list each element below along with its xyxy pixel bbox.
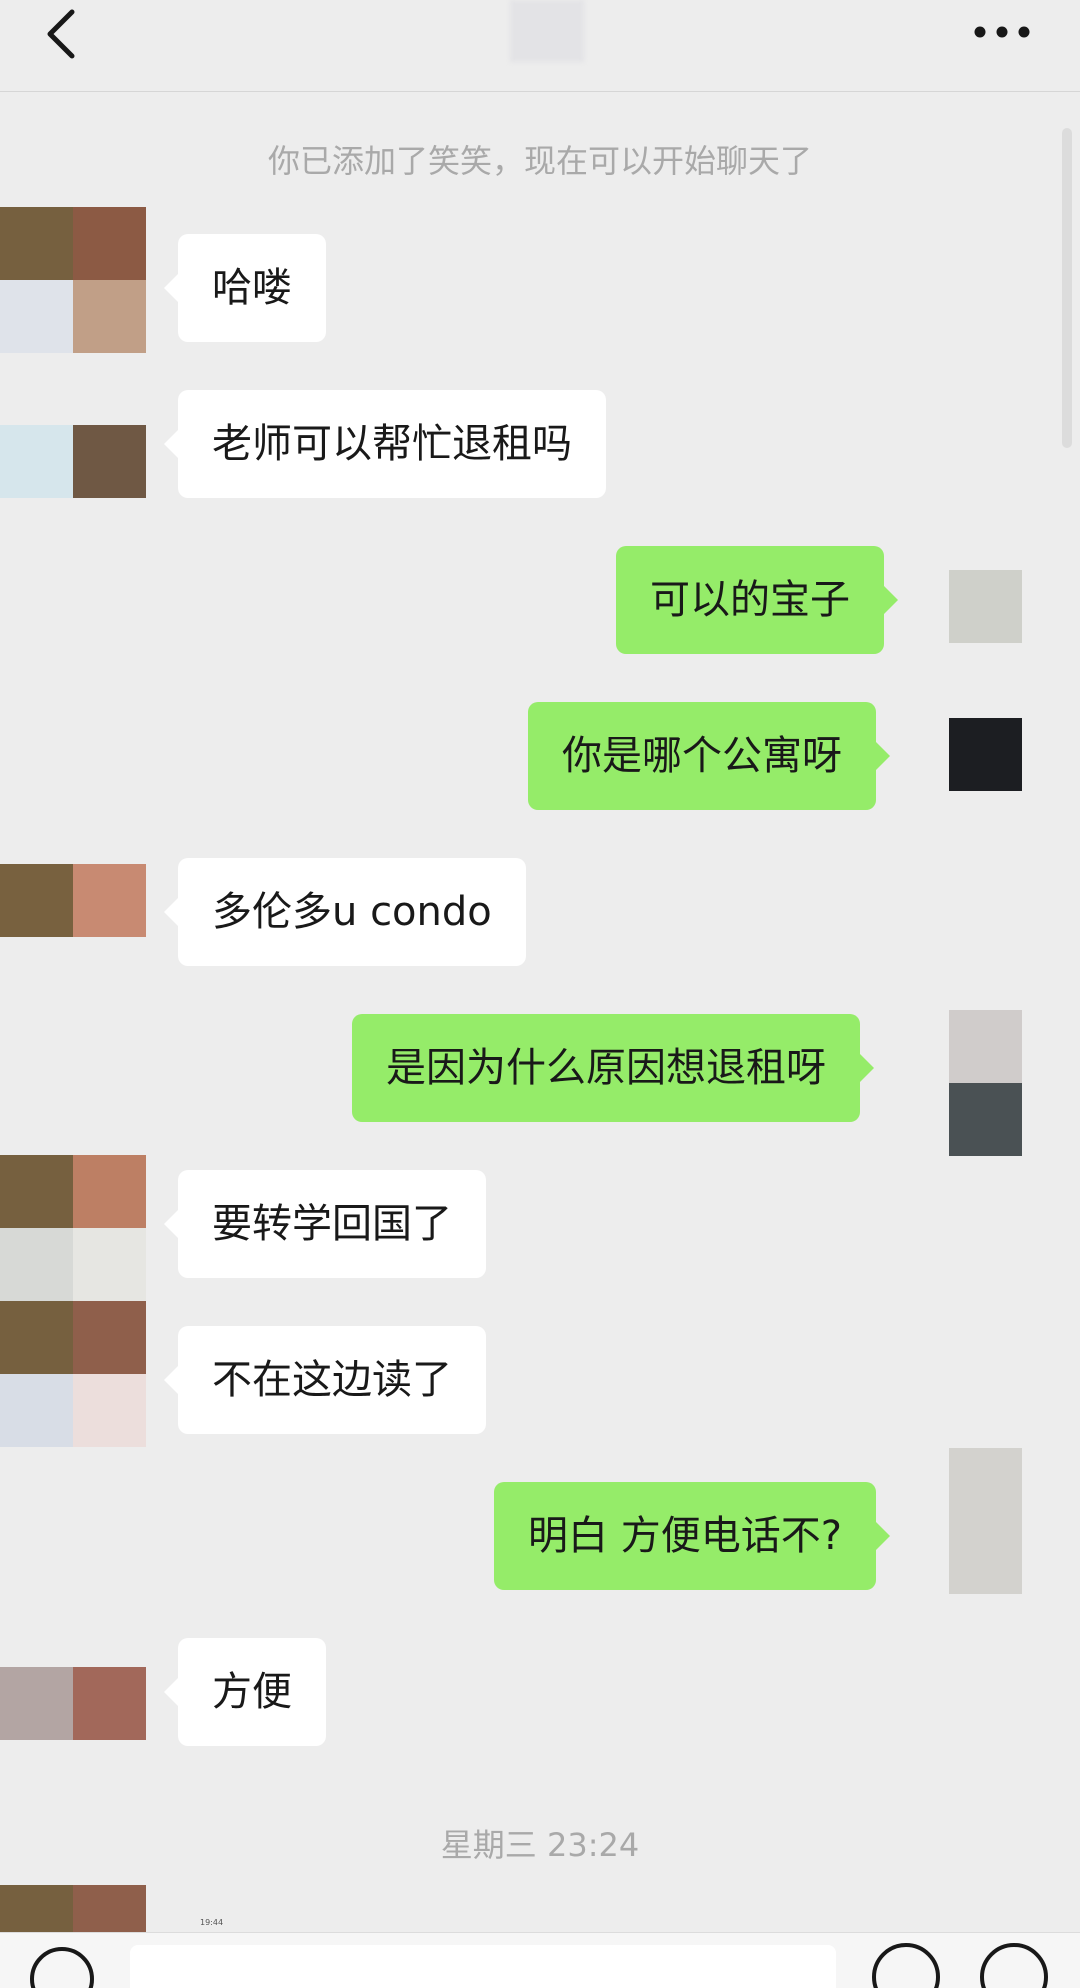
more-actions-button[interactable] [980,1943,1048,1988]
contact-avatar[interactable] [0,425,146,498]
my-avatar[interactable] [949,1448,1022,1594]
my-avatar[interactable] [949,1010,1022,1156]
my-avatar[interactable] [949,570,1022,643]
contact-avatar[interactable] [0,864,146,937]
emoji-button[interactable] [872,1943,940,1988]
contact-avatar[interactable] [0,1667,146,1740]
chevron-left-icon [47,9,75,59]
message-bubble-incoming[interactable]: 老师可以帮忙退租吗 [164,390,606,498]
voice-input-button[interactable] [30,1947,94,1988]
chat-screen: 你已添加了笑笑，现在可以开始聊天了 哈喽 老师可以帮忙退租吗 可以的宝子 你是哪… [0,0,1080,1988]
system-notice: 你已添加了笑笑，现在可以开始聊天了 [267,142,812,180]
embedded-status-text: 19:44 [200,1918,224,1927]
contact-name-blurred [510,0,584,62]
timestamp: 星期三 23:24 [440,1826,640,1864]
contact-avatar[interactable] [0,1301,146,1447]
message-bubble-outgoing[interactable]: 你是哪个公寓呀 [528,702,890,810]
message-bubble-incoming[interactable]: 要转学回国了 [164,1170,486,1278]
input-bar [0,1932,1080,1988]
my-avatar[interactable] [949,718,1022,791]
message-bubble-outgoing[interactable]: 明白 方便电话不? [494,1482,890,1590]
message-bubble-incoming[interactable]: 哈喽 [164,234,326,342]
back-button[interactable] [38,6,88,62]
more-options-button[interactable] [970,14,1034,50]
ellipsis-icon [974,26,1030,38]
message-input[interactable] [130,1945,836,1988]
message-bubble-outgoing[interactable]: 可以的宝子 [616,546,898,654]
navigation-bar [0,0,1080,92]
message-bubble-outgoing[interactable]: 是因为什么原因想退租呀 [352,1014,874,1122]
message-bubble-incoming[interactable]: 多伦多u condo [164,858,526,966]
contact-avatar[interactable] [0,1155,146,1301]
message-bubble-incoming[interactable]: 不在这边读了 [164,1326,486,1434]
contact-avatar[interactable] [0,207,146,353]
message-bubble-incoming[interactable]: 方便 [164,1638,326,1746]
